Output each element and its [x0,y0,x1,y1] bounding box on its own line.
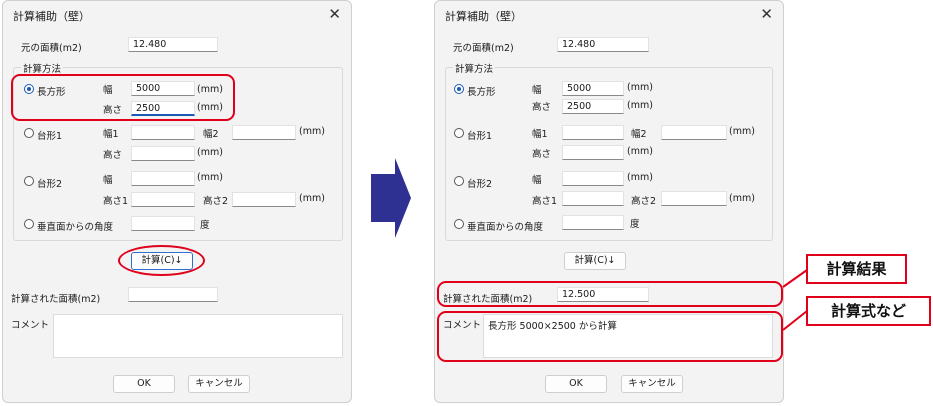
callout-formula: 計算式など [806,296,931,326]
callout-calc-result: 計算結果 [806,254,907,284]
callout-connectors [782,269,808,331]
